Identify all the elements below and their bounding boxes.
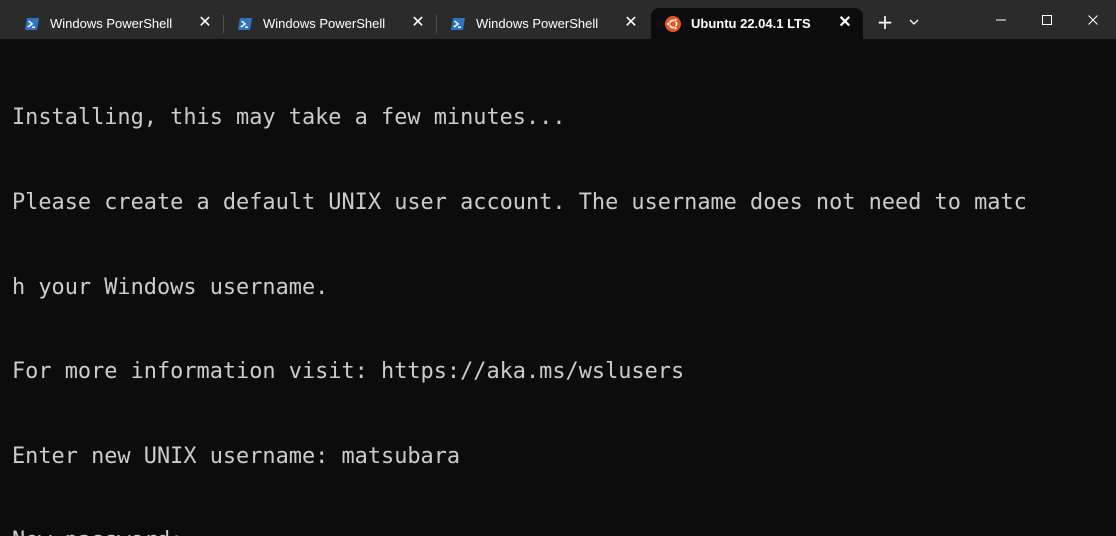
close-window-button[interactable]: [1070, 0, 1116, 39]
powershell-icon: [238, 17, 252, 30]
terminal-line: For more information visit: https://aka.…: [12, 359, 685, 385]
tab-ubuntu[interactable]: Ubuntu 22.04.1 LTS ✕: [651, 8, 863, 39]
close-tab-icon[interactable]: ✕: [837, 15, 853, 31]
ubuntu-icon: [665, 15, 681, 32]
maximize-icon: [1042, 14, 1052, 25]
tab-windows-powershell-1[interactable]: Windows PowerShell ✕: [10, 8, 223, 39]
terminal-line: New password:: [12, 527, 1116, 536]
tab-label: Windows PowerShell: [50, 16, 173, 31]
close-tab-icon[interactable]: ✕: [197, 15, 213, 31]
tab-dropdown-button[interactable]: [902, 8, 926, 36]
terminal-output[interactable]: Installing, this may take a few minutes.…: [0, 39, 1116, 536]
powershell-icon: [25, 17, 39, 30]
terminal-line: Enter new UNIX username: matsubara: [12, 443, 461, 469]
chevron-down-icon: [909, 19, 919, 25]
close-tab-icon[interactable]: ✕: [410, 15, 426, 31]
maximize-button[interactable]: [1024, 0, 1070, 39]
tab-windows-powershell-2[interactable]: Windows PowerShell ✕: [223, 8, 436, 39]
new-tab-button[interactable]: +: [870, 8, 900, 36]
minimize-button[interactable]: [978, 0, 1024, 39]
terminal-line: Please create a default UNIX user accoun…: [12, 190, 1027, 215]
terminal-line: Installing, this may take a few minutes.…: [12, 105, 566, 131]
tab-windows-powershell-3[interactable]: Windows PowerShell ✕: [436, 8, 649, 39]
tab-label: Ubuntu 22.04.1 LTS: [691, 16, 811, 31]
close-icon: [1088, 14, 1098, 25]
minimize-icon: [996, 19, 1006, 20]
terminal-line: h your Windows username.: [12, 274, 329, 300]
close-tab-icon[interactable]: ✕: [623, 15, 639, 31]
tab-label: Windows PowerShell: [476, 16, 599, 31]
title-bar: Windows PowerShell ✕ Windows PowerShell …: [0, 0, 1116, 39]
tab-label: Windows PowerShell: [263, 16, 386, 31]
powershell-icon: [451, 17, 465, 30]
